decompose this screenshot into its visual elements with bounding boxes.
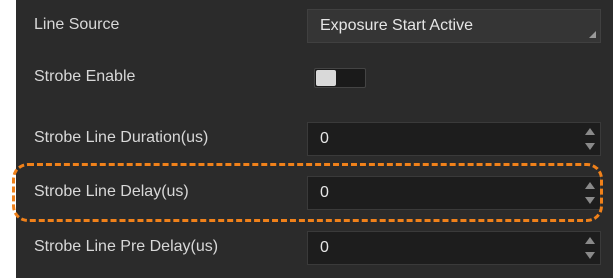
strobe-line-delay-input[interactable]: 0	[307, 176, 601, 210]
strobe-line-duration-value: 0	[320, 130, 329, 147]
strobe-line-delay-spinner	[584, 180, 596, 206]
strobe-line-duration-label: Strobe Line Duration(us)	[34, 129, 209, 146]
spin-down-arrow-icon[interactable]	[585, 197, 595, 204]
strobe-line-pre-delay-label: Strobe Line Pre Delay(us)	[34, 238, 219, 255]
strobe-enable-toggle[interactable]	[314, 68, 366, 88]
dropdown-corner-icon	[589, 31, 596, 38]
strobe-line-pre-delay-input[interactable]: 0	[307, 231, 601, 265]
properties-panel: Line Source Exposure Start Active Strobe…	[16, 0, 613, 278]
strobe-line-pre-delay-spinner	[584, 235, 596, 261]
line-source-value: Exposure Start Active	[320, 17, 473, 34]
spin-up-arrow-icon[interactable]	[585, 182, 595, 189]
row-strobe-enable: Strobe Enable	[16, 52, 613, 102]
strobe-line-pre-delay-value: 0	[320, 239, 329, 256]
spin-down-arrow-icon[interactable]	[585, 143, 595, 150]
spin-down-arrow-icon[interactable]	[585, 252, 595, 259]
row-strobe-line-pre-delay: Strobe Line Pre Delay(us) 0	[16, 222, 613, 272]
spin-up-arrow-icon[interactable]	[585, 128, 595, 135]
row-line-source: Line Source Exposure Start Active	[16, 0, 613, 50]
row-strobe-line-duration: Strobe Line Duration(us) 0	[16, 113, 613, 163]
line-source-select[interactable]: Exposure Start Active	[307, 9, 601, 43]
row-strobe-line-delay: Strobe Line Delay(us) 0	[16, 167, 613, 217]
strobe-line-duration-spinner	[584, 126, 596, 152]
spin-up-arrow-icon[interactable]	[585, 237, 595, 244]
strobe-line-duration-input[interactable]: 0	[307, 122, 601, 156]
strobe-line-delay-label: Strobe Line Delay(us)	[34, 183, 189, 200]
line-source-label: Line Source	[34, 16, 120, 33]
strobe-enable-label: Strobe Enable	[34, 68, 136, 85]
toggle-knob	[316, 70, 336, 86]
strobe-line-delay-value: 0	[320, 184, 329, 201]
